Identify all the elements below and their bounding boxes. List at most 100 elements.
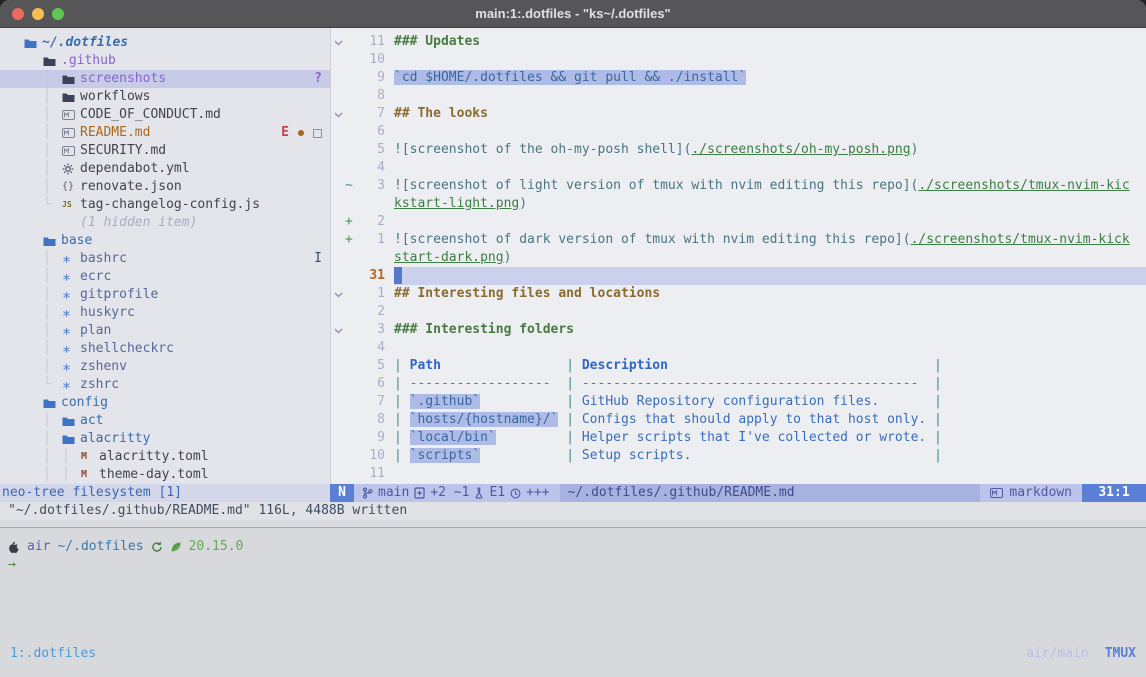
editor-line[interactable]: 6| ------------------ | ----------------… <box>331 375 1146 393</box>
close-button[interactable] <box>12 8 24 20</box>
fold-icon[interactable] <box>331 321 345 339</box>
fold-icon[interactable] <box>331 285 345 303</box>
tree-item[interactable]: .github <box>0 52 330 70</box>
tree-item[interactable]: │*bashrcI <box>0 250 330 268</box>
tree-item[interactable]: │*huskyrc <box>0 304 330 322</box>
tree-guide <box>24 142 43 160</box>
editor-line[interactable]: 11### Updates <box>331 33 1146 51</box>
editor-line[interactable]: 4 <box>331 159 1146 177</box>
line-number: 5 <box>358 357 385 375</box>
fold-icon <box>331 177 345 195</box>
minimize-button[interactable] <box>32 8 44 20</box>
line-text: | ------------------ | -----------------… <box>394 375 1146 393</box>
editor-line[interactable]: 3### Interesting folders <box>331 321 1146 339</box>
tree-item-label: ecrc <box>80 268 111 286</box>
tree-guide: │ <box>43 178 62 196</box>
tree-item[interactable]: │*shellcheckrc <box>0 340 330 358</box>
shell-pane[interactable]: air ~/.dotfiles 20.15.0 → 1:.dotfiles ai… <box>0 528 1146 677</box>
tree-guide: │ <box>43 88 62 106</box>
question-badge: ? <box>314 70 322 88</box>
editor-line[interactable]: 7## The looks <box>331 105 1146 123</box>
folder-dark-icon <box>62 92 80 103</box>
tree-item[interactable]: config <box>0 394 330 412</box>
line-number: 31 <box>358 267 385 285</box>
tree-item[interactable]: ││Mtheme-day.toml <box>0 466 330 484</box>
fold-icon[interactable] <box>331 105 345 123</box>
tree-item[interactable]: │CODE_OF_CONDUCT.md <box>0 106 330 124</box>
tree-item[interactable]: └*zshrc <box>0 376 330 394</box>
tree-item[interactable]: │*zshenv <box>0 358 330 376</box>
tree-item[interactable]: │*plan <box>0 322 330 340</box>
toml-icon: M <box>81 466 99 484</box>
tree-item[interactable]: │*ecrc <box>0 268 330 286</box>
editor-line[interactable]: 9`cd $HOME/.dotfiles && git pull && ./in… <box>331 69 1146 87</box>
tree-guide: │ <box>43 304 62 322</box>
tree-item-label: tag-changelog-config.js <box>80 196 260 214</box>
toml-icon: M <box>81 448 99 466</box>
editor-line[interactable]: kstart-light.png) <box>331 195 1146 213</box>
line-text: ## The looks <box>394 105 1146 123</box>
tree-guide <box>24 304 43 322</box>
tree-item-label: base <box>61 232 92 250</box>
git-branch-name: main <box>378 484 409 502</box>
editor-line[interactable]: 8 <box>331 87 1146 105</box>
editor-line[interactable]: 6 <box>331 123 1146 141</box>
editor-pane[interactable]: 11### Updates109`cd $HOME/.dotfiles && g… <box>330 28 1146 484</box>
tree-item[interactable]: ~/.dotfiles <box>0 34 330 52</box>
editor-line[interactable]: 10| `scripts` | Setup scripts. | <box>331 447 1146 465</box>
tree-item[interactable]: │workflows <box>0 88 330 106</box>
tree-guide <box>24 52 43 70</box>
tree-item[interactable]: base <box>0 232 330 250</box>
git-branch-icon <box>362 487 373 499</box>
line-text: ![screenshot of dark version of tmux wit… <box>394 231 1146 249</box>
tree-guide: │ <box>43 250 62 268</box>
tree-guide <box>24 448 43 466</box>
editor-line[interactable]: ~3![screenshot of light version of tmux … <box>331 177 1146 195</box>
tree-guide: │ <box>43 124 62 142</box>
tree-item[interactable]: │SECURITY.md <box>0 142 330 160</box>
editor-line[interactable]: 5![screenshot of the oh-my-posh shell](.… <box>331 141 1146 159</box>
tree-item[interactable]: │*gitprofile <box>0 286 330 304</box>
editor-line[interactable]: +1![screenshot of dark version of tmux w… <box>331 231 1146 249</box>
line-text: | `hosts/{hostname}/` | Configs that sho… <box>394 411 1146 429</box>
line-text: ![screenshot of light version of tmux wi… <box>394 177 1146 195</box>
tree-guide <box>24 376 43 394</box>
editor-line[interactable]: start-dark.png) <box>331 249 1146 267</box>
editor-line[interactable]: 4 <box>331 339 1146 357</box>
tree-guide: └ <box>43 376 62 394</box>
zoom-button[interactable] <box>52 8 64 20</box>
tmux-window-name[interactable]: 1:.dotfiles <box>10 645 96 663</box>
tree-item[interactable]: └JStag-changelog-config.js <box>0 196 330 214</box>
star-icon: * <box>62 288 80 303</box>
fold-icon[interactable] <box>331 33 345 51</box>
editor-line[interactable]: 11 <box>331 465 1146 483</box>
star-icon: * <box>62 306 80 321</box>
line-number: 3 <box>358 177 385 195</box>
tree-item[interactable]: │{}renovate.json <box>0 178 330 196</box>
tree-guide: │ <box>43 286 62 304</box>
tree-item[interactable]: (1 hidden item) <box>0 214 330 232</box>
editor-line[interactable]: 2 <box>331 303 1146 321</box>
editor-line[interactable]: 5| Path | Description | <box>331 357 1146 375</box>
tree-item[interactable]: │alacritty <box>0 430 330 448</box>
git-refresh-icon <box>151 541 163 553</box>
tree-item[interactable]: │screenshots? <box>0 70 330 88</box>
tree-guide: │ <box>62 448 81 466</box>
tree-item[interactable]: │dependabot.yml <box>0 160 330 178</box>
editor-line[interactable]: 8| `hosts/{hostname}/` | Configs that sh… <box>331 411 1146 429</box>
line-text: | `.github` | GitHub Repository configur… <box>394 393 1146 411</box>
editor-line[interactable]: 7| `.github` | GitHub Repository configu… <box>331 393 1146 411</box>
editor-line[interactable]: 1## Interesting files and locations <box>331 285 1146 303</box>
tree-item[interactable]: │act <box>0 412 330 430</box>
tree-item[interactable]: │README.mdE <box>0 124 330 142</box>
line-number: 8 <box>358 87 385 105</box>
fold-icon <box>331 465 345 483</box>
editor-line[interactable]: +2 <box>331 213 1146 231</box>
tree-item[interactable]: ││Malacritty.toml <box>0 448 330 466</box>
editor-line[interactable]: 9| `local/bin` | Helper scripts that I'v… <box>331 429 1146 447</box>
line-text <box>394 159 1146 177</box>
tree-guide <box>24 430 43 448</box>
tree-guide <box>24 268 43 286</box>
editor-line[interactable]: 10 <box>331 51 1146 69</box>
editor-line[interactable]: 31 <box>331 267 1146 285</box>
